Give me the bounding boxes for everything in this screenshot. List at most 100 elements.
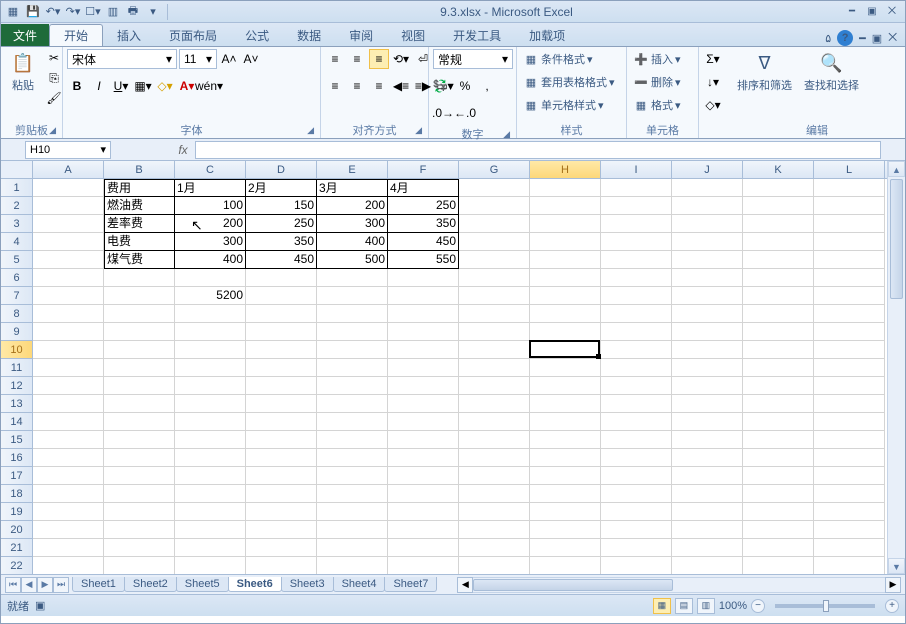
cell[interactable] bbox=[530, 503, 601, 521]
cell[interactable] bbox=[459, 539, 530, 557]
find-select-button[interactable]: 🔍 查找和选择 bbox=[800, 49, 863, 95]
increase-decimal-icon[interactable]: .0→ bbox=[433, 103, 453, 123]
cell[interactable] bbox=[317, 341, 388, 359]
cell[interactable] bbox=[104, 539, 175, 557]
cell[interactable] bbox=[33, 395, 104, 413]
cell[interactable] bbox=[530, 179, 601, 197]
cell[interactable] bbox=[175, 521, 246, 539]
cell[interactable] bbox=[814, 215, 885, 233]
cell[interactable]: 150 bbox=[246, 197, 317, 215]
cell[interactable] bbox=[814, 341, 885, 359]
cell[interactable] bbox=[459, 377, 530, 395]
cell[interactable] bbox=[317, 521, 388, 539]
column-header-L[interactable]: L bbox=[814, 161, 885, 178]
cell[interactable] bbox=[459, 557, 530, 574]
maximize-button[interactable]: ▣ bbox=[863, 5, 881, 19]
redo-icon[interactable]: ↷▾ bbox=[65, 4, 81, 20]
bold-button[interactable]: B bbox=[67, 76, 87, 96]
cell[interactable] bbox=[672, 179, 743, 197]
cell[interactable] bbox=[104, 395, 175, 413]
cell[interactable] bbox=[601, 197, 672, 215]
cell[interactable] bbox=[317, 269, 388, 287]
cell[interactable] bbox=[33, 557, 104, 574]
cell[interactable] bbox=[743, 521, 814, 539]
underline-button[interactable]: U▾ bbox=[111, 76, 131, 96]
column-header-G[interactable]: G bbox=[459, 161, 530, 178]
column-header-E[interactable]: E bbox=[317, 161, 388, 178]
cell[interactable] bbox=[317, 449, 388, 467]
cell[interactable] bbox=[459, 503, 530, 521]
cell[interactable] bbox=[246, 305, 317, 323]
cell[interactable] bbox=[672, 557, 743, 574]
cell[interactable] bbox=[388, 269, 459, 287]
cell[interactable] bbox=[743, 539, 814, 557]
cell[interactable] bbox=[246, 449, 317, 467]
cell[interactable] bbox=[601, 305, 672, 323]
row-header-14[interactable]: 14 bbox=[1, 413, 33, 431]
doc-close-icon[interactable]: ⨉ bbox=[888, 32, 897, 45]
cell[interactable]: 电费 bbox=[104, 233, 175, 251]
tab-addins[interactable]: 加载项 bbox=[515, 24, 579, 46]
cell[interactable] bbox=[246, 287, 317, 305]
cell[interactable]: 200 bbox=[317, 197, 388, 215]
cell[interactable]: 4月 bbox=[388, 179, 459, 197]
row-header-3[interactable]: 3 bbox=[1, 215, 33, 233]
cell[interactable] bbox=[530, 395, 601, 413]
tab-data[interactable]: 数据 bbox=[283, 24, 335, 46]
cell[interactable] bbox=[104, 503, 175, 521]
cell[interactable] bbox=[388, 503, 459, 521]
row-header-22[interactable]: 22 bbox=[1, 557, 33, 574]
cell[interactable] bbox=[175, 395, 246, 413]
cell[interactable] bbox=[672, 395, 743, 413]
align-top-icon[interactable]: ≡ bbox=[325, 49, 345, 69]
cell[interactable] bbox=[104, 377, 175, 395]
cell[interactable] bbox=[743, 251, 814, 269]
cell[interactable] bbox=[672, 287, 743, 305]
cell[interactable] bbox=[33, 539, 104, 557]
cell[interactable] bbox=[175, 269, 246, 287]
cell[interactable] bbox=[814, 377, 885, 395]
tab-insert[interactable]: 插入 bbox=[103, 24, 155, 46]
align-dialog-icon[interactable]: ◢ bbox=[415, 125, 422, 136]
scroll-thumb[interactable] bbox=[890, 179, 903, 299]
cell[interactable]: 100 bbox=[175, 197, 246, 215]
cell[interactable] bbox=[672, 269, 743, 287]
cell[interactable] bbox=[33, 449, 104, 467]
conditional-format-button[interactable]: ▦条件格式▾ bbox=[521, 49, 595, 69]
cell[interactable] bbox=[175, 485, 246, 503]
zoom-out-button[interactable]: − bbox=[751, 599, 765, 613]
row-header-4[interactable]: 4 bbox=[1, 233, 33, 251]
cell[interactable] bbox=[814, 287, 885, 305]
cell[interactable] bbox=[459, 431, 530, 449]
cell[interactable] bbox=[246, 467, 317, 485]
cell[interactable] bbox=[459, 197, 530, 215]
cell[interactable] bbox=[317, 287, 388, 305]
autosum-icon[interactable]: Σ▾ bbox=[703, 49, 723, 69]
cell[interactable] bbox=[530, 197, 601, 215]
cell[interactable]: 350 bbox=[246, 233, 317, 251]
cell[interactable] bbox=[530, 341, 601, 359]
zoom-in-button[interactable]: + bbox=[885, 599, 899, 613]
cell[interactable] bbox=[743, 323, 814, 341]
cell[interactable] bbox=[459, 323, 530, 341]
cell[interactable] bbox=[388, 395, 459, 413]
cell[interactable]: 550 bbox=[388, 251, 459, 269]
cell[interactable]: 450 bbox=[388, 233, 459, 251]
cell[interactable] bbox=[530, 305, 601, 323]
cell[interactable] bbox=[672, 431, 743, 449]
cell[interactable] bbox=[33, 503, 104, 521]
row-header-6[interactable]: 6 bbox=[1, 269, 33, 287]
cell[interactable] bbox=[175, 431, 246, 449]
cell[interactable] bbox=[459, 251, 530, 269]
scroll-right-icon[interactable]: ▶ bbox=[885, 577, 901, 593]
clear-icon[interactable]: ◇▾ bbox=[703, 95, 723, 115]
cell[interactable] bbox=[175, 503, 246, 521]
cell[interactable] bbox=[672, 323, 743, 341]
cell[interactable] bbox=[175, 467, 246, 485]
row-header-18[interactable]: 18 bbox=[1, 485, 33, 503]
cell[interactable] bbox=[743, 233, 814, 251]
cell[interactable]: 300 bbox=[175, 233, 246, 251]
cell[interactable] bbox=[33, 377, 104, 395]
row-header-9[interactable]: 9 bbox=[1, 323, 33, 341]
cell[interactable] bbox=[33, 359, 104, 377]
